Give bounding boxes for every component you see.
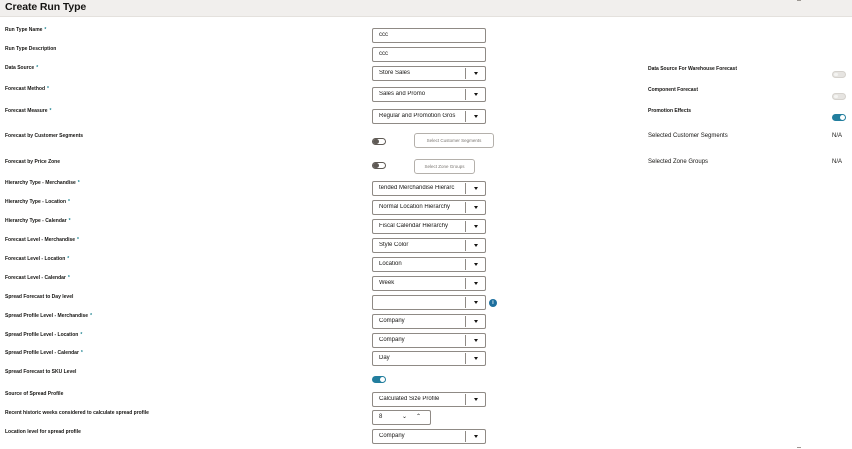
level-merchandise-select[interactable]: Style Color: [372, 238, 486, 253]
spread-calendar-select[interactable]: Day: [372, 351, 486, 366]
spread-location-select[interactable]: Company: [372, 333, 486, 348]
chevron-down-icon[interactable]: [474, 357, 478, 360]
chevron-down-icon[interactable]: [474, 320, 478, 323]
promotion-effects-label: Promotion Effects: [648, 108, 692, 114]
chevron-down-icon[interactable]: ⌄: [402, 413, 407, 420]
data-source-select[interactable]: Store Sales: [372, 66, 486, 81]
forecast-method-label: Forecast Method *: [5, 86, 49, 92]
warehouse-forecast-label: Data Source For Warehouse Forecast: [648, 66, 738, 72]
page-header: Create Run Type: [0, 0, 852, 17]
chevron-down-icon[interactable]: [474, 115, 478, 118]
historic-weeks-label: Recent historic weeks considered to calc…: [5, 410, 149, 416]
chevron-down-icon[interactable]: [474, 244, 478, 247]
level-calendar-label: Forecast Level - Calendar *: [5, 275, 70, 281]
spread-day-level-select[interactable]: [372, 295, 486, 310]
spread-day-level-label: Spread Forecast to Day level: [5, 294, 74, 300]
data-source-label: Data Source *: [5, 65, 39, 71]
chevron-down-icon[interactable]: [474, 187, 478, 190]
spread-merchandise-label: Spread Profile Level - Merchandise *: [5, 313, 93, 319]
chevron-down-icon[interactable]: [474, 301, 478, 304]
level-location-select[interactable]: Location: [372, 257, 486, 272]
selected-zone-groups-value: N/A: [832, 159, 843, 165]
chevron-down-icon[interactable]: [474, 263, 478, 266]
forecast-method-select[interactable]: Sales and Promo: [372, 87, 486, 102]
level-location-label: Forecast Level - Location *: [5, 256, 70, 262]
chevron-down-icon[interactable]: [474, 93, 478, 96]
component-forecast-label: Component Forecast: [648, 87, 699, 93]
level-calendar-select[interactable]: Week: [372, 276, 486, 291]
location-level-spread-select[interactable]: Company: [372, 429, 486, 444]
forecast-measure-label: Forecast Measure *: [5, 108, 52, 114]
chevron-down-icon[interactable]: [474, 435, 478, 438]
hierarchy-merchandise-label: Hierarchy Type - Merchandise *: [5, 180, 80, 186]
run-type-description-input[interactable]: ccc: [372, 47, 486, 62]
historic-weeks-stepper[interactable]: 8 ⌄ ⌃: [372, 410, 431, 425]
spread-sku-toggle[interactable]: [372, 376, 386, 383]
hierarchy-calendar-label: Hierarchy Type - Calendar *: [5, 218, 71, 224]
level-merchandise-label: Forecast Level - Merchandise *: [5, 237, 79, 243]
forecast-measure-select[interactable]: Regular and Promotion Gros: [372, 109, 486, 124]
spread-location-label: Spread Profile Level - Location *: [5, 332, 83, 338]
run-type-name-input[interactable]: ccc: [372, 28, 486, 43]
select-zone-groups-button[interactable]: Select Zone Groups: [414, 159, 475, 174]
spread-calendar-label: Spread Profile Level - Calendar *: [5, 350, 83, 356]
hierarchy-location-label: Hierarchy Type - Location *: [5, 199, 70, 205]
selected-customer-segments-label: Selected Customer Segments: [648, 133, 728, 139]
hierarchy-calendar-select[interactable]: Fiscal Calendar Hierarchy: [372, 219, 486, 234]
customer-segments-label: Forecast by Customer Segments: [5, 133, 84, 139]
component-forecast-toggle: [832, 93, 846, 100]
chevron-down-icon[interactable]: [474, 339, 478, 342]
hierarchy-merchandise-select[interactable]: tended Merchandise Hierarc: [372, 181, 486, 196]
chevron-down-icon[interactable]: [474, 72, 478, 75]
chevron-up-icon[interactable]: ⌃: [416, 413, 421, 420]
chevron-down-icon[interactable]: [474, 282, 478, 285]
hierarchy-location-select[interactable]: Normal Location Hierarchy: [372, 200, 486, 215]
selected-zone-groups-label: Selected Zone Groups: [648, 159, 709, 165]
spread-sku-label: Spread Forecast to SKU Level: [5, 369, 77, 375]
chevron-down-icon[interactable]: [474, 225, 478, 228]
price-zone-label: Forecast by Price Zone: [5, 159, 61, 165]
page-title: Create Run Type: [5, 1, 87, 13]
warehouse-forecast-toggle: [832, 71, 846, 78]
promotion-effects-toggle[interactable]: [832, 114, 846, 121]
chevron-down-icon[interactable]: [474, 398, 478, 401]
select-customer-segments-button[interactable]: Select Customer Segments: [414, 133, 494, 148]
price-zone-toggle[interactable]: [372, 162, 386, 169]
location-level-spread-label: Location level for spread profile: [5, 429, 81, 435]
chevron-down-icon[interactable]: [474, 206, 478, 209]
info-icon[interactable]: i: [489, 299, 497, 307]
spread-source-select[interactable]: Calculated Size Profile: [372, 392, 486, 407]
edge-mark: [797, 0, 801, 1]
selected-customer-segments-value: N/A: [832, 133, 843, 139]
spread-source-label: Source of Spread Profile: [5, 391, 64, 397]
run-type-description-label: Run Type Description: [5, 46, 57, 52]
spread-merchandise-select[interactable]: Company: [372, 314, 486, 329]
run-type-name-label: Run Type Name *: [5, 27, 47, 33]
historic-weeks-value: 8: [379, 414, 383, 420]
edge-mark: [797, 447, 801, 448]
customer-segments-toggle[interactable]: [372, 138, 386, 145]
